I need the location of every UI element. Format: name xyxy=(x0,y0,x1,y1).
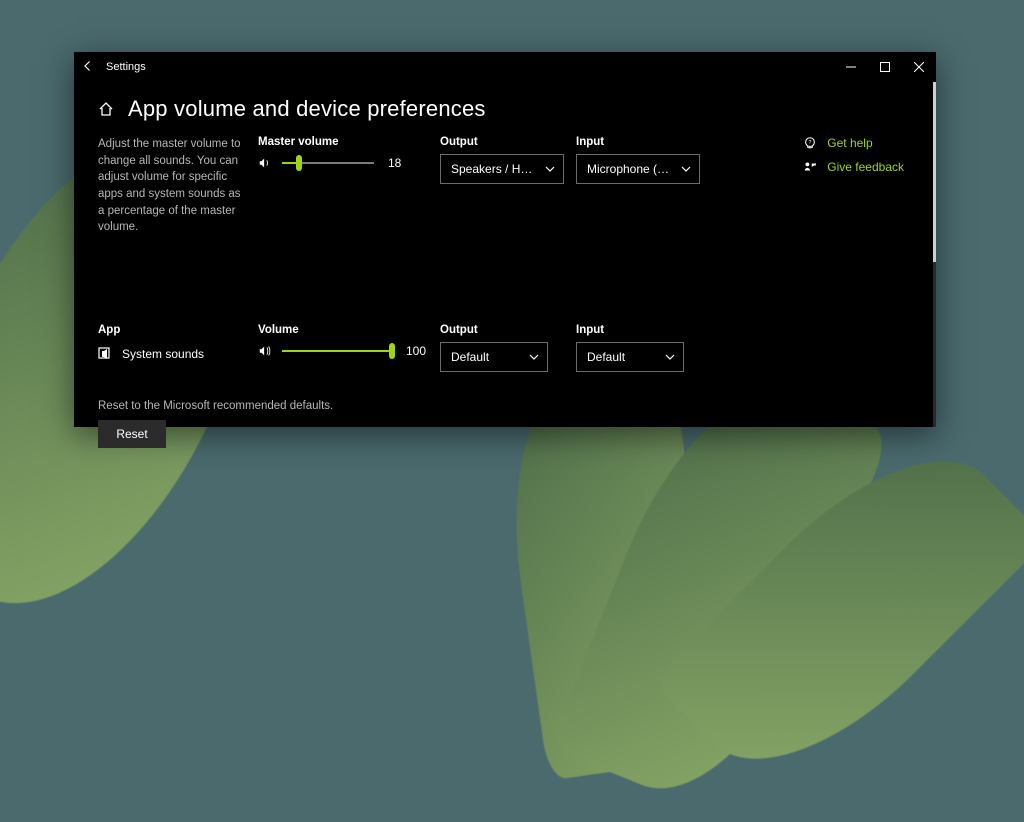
window-controls xyxy=(834,52,936,82)
chevron-down-icon xyxy=(681,164,691,174)
close-button[interactable] xyxy=(902,52,936,82)
app-input-dropdown[interactable]: Default xyxy=(576,342,684,372)
titlebar: Settings xyxy=(74,52,936,82)
give-feedback-label: Give feedback xyxy=(827,160,904,174)
scrollbar[interactable] xyxy=(933,82,936,427)
give-feedback-link[interactable]: Give feedback xyxy=(803,160,904,174)
app-name: System sounds xyxy=(122,347,204,361)
master-output-dropdown[interactable]: Speakers / Headpho… xyxy=(440,154,564,184)
app-volume-value: 100 xyxy=(406,344,426,358)
app-input-selected: Default xyxy=(587,350,625,364)
volume-column-label: Volume xyxy=(258,324,440,336)
master-input-selected: Microphone (Realte… xyxy=(587,162,675,176)
get-help-link[interactable]: ? Get help xyxy=(803,136,904,150)
speaker-icon[interactable] xyxy=(258,156,272,170)
reset-button[interactable]: Reset xyxy=(98,420,166,448)
page-description: Adjust the master volume to change all s… xyxy=(98,136,248,236)
get-help-label: Get help xyxy=(827,136,872,150)
system-sounds-icon xyxy=(98,346,114,362)
home-icon[interactable] xyxy=(98,101,114,117)
app-row-system-sounds: System sounds xyxy=(98,346,258,362)
maximize-button[interactable] xyxy=(868,52,902,82)
master-volume-label: Master volume xyxy=(258,136,440,148)
app-output-dropdown[interactable]: Default xyxy=(440,342,548,372)
help-icon: ? xyxy=(803,136,817,150)
feedback-icon xyxy=(803,160,817,174)
chevron-down-icon xyxy=(545,164,555,174)
master-input-dropdown[interactable]: Microphone (Realte… xyxy=(576,154,700,184)
reset-note: Reset to the Microsoft recommended defau… xyxy=(98,400,912,412)
master-output-selected: Speakers / Headpho… xyxy=(451,162,539,176)
app-column-label: App xyxy=(98,324,258,336)
app-output-selected: Default xyxy=(451,350,489,364)
page-title: App volume and device preferences xyxy=(128,96,486,122)
scrollbar-thumb[interactable] xyxy=(933,82,936,262)
app-input-label: Input xyxy=(576,324,712,336)
app-volume-slider[interactable] xyxy=(282,350,392,352)
minimize-button[interactable] xyxy=(834,52,868,82)
window-title: Settings xyxy=(102,61,146,73)
back-button[interactable] xyxy=(74,60,102,75)
speaker-icon[interactable] xyxy=(258,344,272,358)
chevron-down-icon xyxy=(529,352,539,362)
help-actions: ? Get help Give feedback xyxy=(803,136,904,184)
chevron-down-icon xyxy=(665,352,675,362)
svg-text:?: ? xyxy=(809,140,812,146)
master-volume-value: 18 xyxy=(388,156,401,170)
app-output-label: Output xyxy=(440,324,576,336)
input-label: Input xyxy=(576,136,712,148)
output-label: Output xyxy=(440,136,576,148)
master-volume-slider[interactable] xyxy=(282,162,374,164)
settings-window: Settings App volume and device preferenc… xyxy=(74,52,936,427)
page-heading-row: App volume and device preferences xyxy=(98,96,912,122)
